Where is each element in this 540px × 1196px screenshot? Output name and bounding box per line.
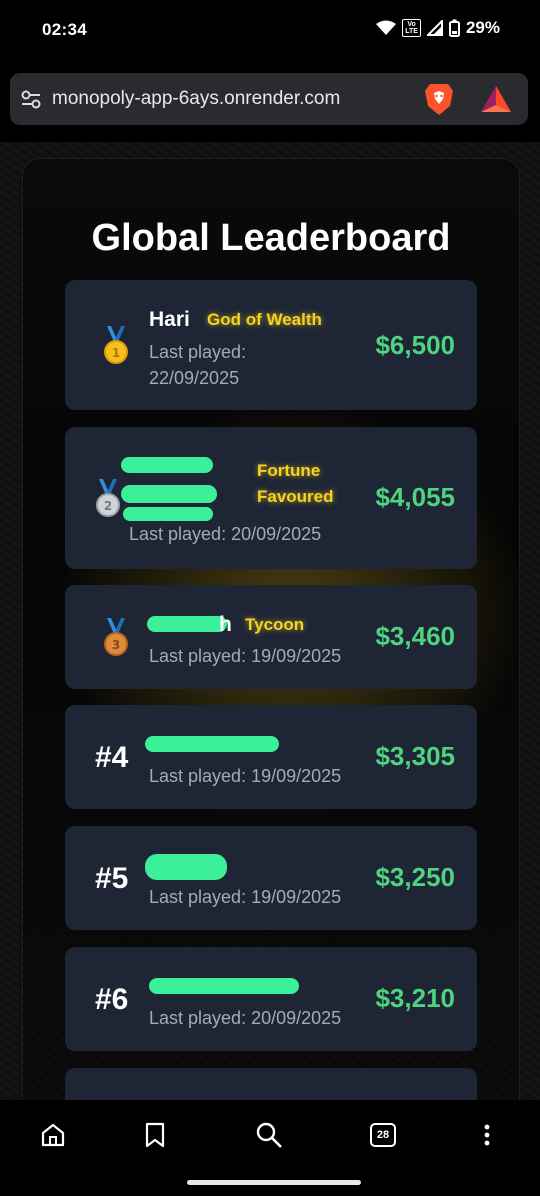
- player-title-badge: God of Wealth: [207, 310, 322, 329]
- leaderboard-row[interactable]: #6 Last played: 20/09/2025 $3,210: [65, 947, 477, 1051]
- menu-icon[interactable]: [470, 1118, 504, 1152]
- player-title-badge: Favoured: [257, 487, 334, 506]
- last-played-label: Last played: 19/09/2025: [149, 766, 342, 786]
- site-settings-icon[interactable]: [20, 89, 42, 109]
- gold-medal-icon: 1: [104, 326, 128, 364]
- last-played-label: Last played: 20/09/2025: [149, 1008, 342, 1028]
- bookmark-icon[interactable]: [138, 1118, 172, 1152]
- tab-count: 28: [370, 1123, 396, 1147]
- battery-percent: 29%: [465, 18, 500, 37]
- volte-icon: Vo LTE: [402, 19, 421, 37]
- last-played-label: Last played: 19/09/2025: [149, 887, 342, 907]
- leaderboard-row[interactable]: 1 Hari God of Wealth Last played: 22/09/…: [65, 280, 477, 410]
- player-title-badge: Tycoon: [245, 615, 305, 634]
- battery-icon: [448, 19, 460, 37]
- silver-medal-icon: 2: [96, 479, 120, 517]
- player-money: $3,305: [375, 741, 455, 771]
- redaction-mark: [147, 616, 227, 632]
- leaderboard-row[interactable]: #4 Last played: 19/09/2025 $3,305: [65, 705, 477, 809]
- svg-text:2: 2: [104, 499, 112, 513]
- status-bar: 02:34 Vo LTE 29%: [0, 0, 540, 62]
- last-played-label: Last played:: [149, 342, 247, 362]
- redaction-mark: [145, 854, 227, 880]
- tabs-button[interactable]: 28: [366, 1118, 400, 1152]
- brave-shields-icon[interactable]: [424, 82, 454, 116]
- player-title-badge: Fortune: [257, 461, 321, 480]
- redaction-mark: [145, 736, 279, 752]
- brave-rewards-icon[interactable]: [480, 85, 512, 113]
- player-name: h: [219, 613, 232, 636]
- rank-label: #5: [95, 862, 129, 895]
- leaderboard-row[interactable]: #5 Last played: 19/09/2025 $3,250: [65, 826, 477, 930]
- home-icon[interactable]: [36, 1118, 70, 1152]
- redaction-mark: [123, 507, 213, 521]
- svg-text:1: 1: [112, 346, 120, 360]
- rank-label: #4: [95, 741, 129, 774]
- redaction-mark: [121, 485, 217, 503]
- player-money: $3,460: [375, 621, 455, 651]
- address-bar[interactable]: monopoly-app-6ays.onrender.com: [10, 73, 528, 125]
- url-text[interactable]: monopoly-app-6ays.onrender.com: [52, 88, 340, 110]
- redaction-mark: [121, 457, 213, 473]
- leaderboard-panel: Global Leaderboard 1 Hari God of Wealth …: [22, 158, 523, 1128]
- signal-icon: [426, 20, 443, 36]
- redaction-mark: [149, 978, 299, 994]
- wifi-icon: [376, 20, 397, 35]
- player-name: Hari: [149, 308, 190, 331]
- page-title: Global Leaderboard: [91, 217, 451, 259]
- svg-text:3: 3: [112, 638, 120, 652]
- leaderboard-row[interactable]: 2 Fortune Favoured Last played: 20/09/20…: [65, 427, 477, 569]
- player-money: $4,055: [375, 482, 455, 512]
- rank-label: #6: [95, 983, 129, 1016]
- status-time: 02:34: [42, 20, 87, 39]
- search-icon[interactable]: [252, 1118, 286, 1152]
- player-money: $3,250: [375, 862, 455, 892]
- gesture-bar[interactable]: [187, 1180, 361, 1185]
- status-icons: Vo LTE 29%: [376, 18, 500, 38]
- leaderboard-row[interactable]: 3 h Tycoon Last played: 19/09/2025 $3,46…: [65, 585, 477, 689]
- last-played-label: Last played: 20/09/2025: [129, 524, 322, 544]
- player-money: $6,500: [375, 330, 455, 360]
- last-played-label: Last played: 19/09/2025: [149, 646, 342, 666]
- page-background: Global Leaderboard 1 Hari God of Wealth …: [0, 142, 540, 1128]
- player-money: $3,210: [375, 983, 455, 1013]
- browser-bottom-bar: 28: [0, 1100, 540, 1196]
- bronze-medal-icon: 3: [104, 618, 128, 656]
- last-played-date: 22/09/2025: [149, 368, 240, 388]
- browser-toolbar: monopoly-app-6ays.onrender.com: [0, 62, 540, 142]
